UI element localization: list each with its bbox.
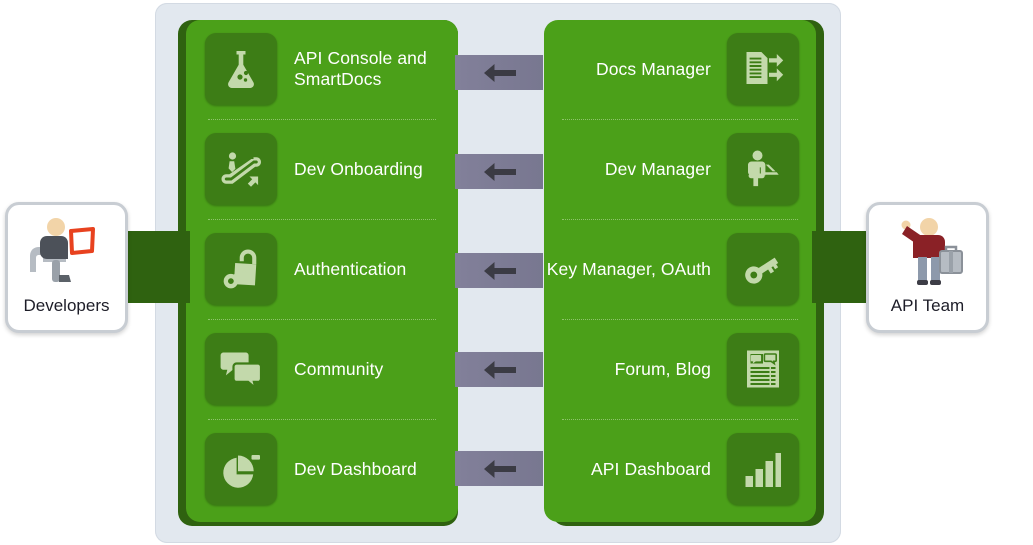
- right-item-key-manager[interactable]: Key Manager, OAuth: [544, 220, 816, 318]
- key-icon: [727, 233, 799, 305]
- arrow-band: [455, 352, 543, 387]
- left-item-community[interactable]: Community: [186, 320, 458, 418]
- right-item-docs-manager[interactable]: Docs Manager: [544, 20, 816, 118]
- connector-api-team: [812, 231, 874, 303]
- right-item-label: Forum, Blog: [614, 358, 711, 379]
- arrow-band: [455, 154, 543, 189]
- right-item-forum-blog[interactable]: Forum, Blog: [544, 320, 816, 418]
- left-column-developer-capabilities: API Console and SmartDocs Dev Onboarding: [186, 20, 458, 522]
- pie-chart-icon: [205, 433, 277, 505]
- actor-label: API Team: [890, 296, 965, 315]
- right-column-api-team-capabilities: Docs Manager Dev Manager Key Manager, OA…: [544, 20, 816, 522]
- right-item-label: Docs Manager: [595, 58, 711, 79]
- arrow-left-icon: [484, 64, 516, 82]
- actor-label: Developers: [23, 296, 110, 315]
- arrow-left-icon: [484, 460, 516, 478]
- connector-developers: [128, 231, 190, 303]
- arrow-band: [455, 451, 543, 486]
- escalator-icon: [205, 133, 277, 205]
- actor-developers[interactable]: Developers: [5, 202, 128, 333]
- arrow-left-icon: [484, 361, 516, 379]
- left-item-label: Dev Onboarding: [294, 158, 423, 179]
- developer-at-laptop-icon: [19, 213, 115, 294]
- actor-api-team[interactable]: API Team: [866, 202, 989, 333]
- right-item-label: API Dashboard: [591, 458, 711, 479]
- arrow-left-icon: [484, 163, 516, 181]
- flask-icon: [205, 33, 277, 105]
- left-item-label: Dev Dashboard: [294, 458, 417, 479]
- padlock-key-icon: [205, 233, 277, 305]
- left-item-label: Community: [294, 358, 384, 379]
- right-item-label: Key Manager, OAuth: [546, 258, 711, 279]
- right-item-dev-manager[interactable]: Dev Manager: [544, 120, 816, 218]
- speech-bubbles-icon: [205, 333, 277, 405]
- bar-chart-icon: [727, 433, 799, 505]
- left-item-dev-dashboard[interactable]: Dev Dashboard: [186, 420, 458, 518]
- left-item-authentication[interactable]: Authentication: [186, 220, 458, 318]
- right-item-api-dashboard[interactable]: API Dashboard: [544, 420, 816, 518]
- document-arrows-icon: [727, 33, 799, 105]
- arrow-band: [455, 55, 543, 90]
- forum-page-icon: [727, 333, 799, 405]
- api-team-person-icon: [880, 213, 976, 294]
- left-item-label: Authentication: [294, 258, 407, 279]
- left-item-label: API Console and SmartDocs: [294, 48, 427, 89]
- left-item-api-console[interactable]: API Console and SmartDocs: [186, 20, 458, 118]
- arrow-band: [455, 253, 543, 288]
- right-item-label: Dev Manager: [604, 158, 711, 179]
- arrow-left-icon: [484, 262, 516, 280]
- seated-person-laptop-icon: [727, 133, 799, 205]
- left-item-dev-onboarding[interactable]: Dev Onboarding: [186, 120, 458, 218]
